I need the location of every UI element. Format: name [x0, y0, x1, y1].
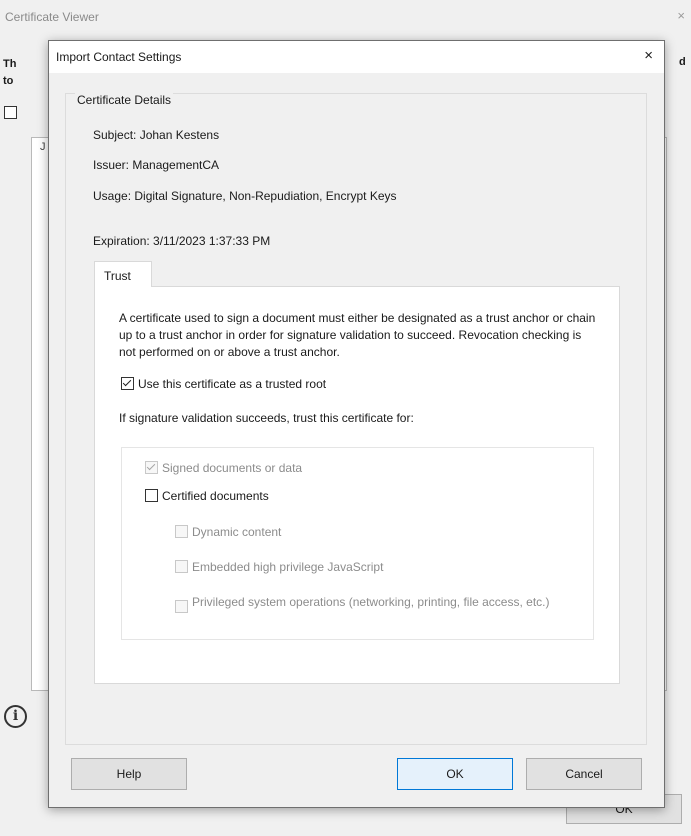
obscured-checkbox[interactable] [4, 106, 17, 119]
dynamic-content-checkbox[interactable] [175, 525, 188, 538]
certified-documents-checkbox[interactable] [145, 489, 158, 502]
signed-documents-label: Signed documents or data [162, 461, 303, 475]
help-button[interactable]: Help [71, 758, 187, 790]
issuer-text: Issuer: ManagementCA [93, 158, 220, 172]
privileged-operations-label: Privileged system operations (networking… [192, 595, 550, 609]
embedded-javascript-checkbox[interactable] [175, 560, 188, 573]
signed-documents-checkbox[interactable] [145, 461, 158, 474]
dynamic-content-label: Dynamic content [192, 525, 282, 539]
info-icon: i [4, 705, 27, 728]
obscured-heading-text-right: d [679, 56, 686, 68]
privileged-operations-checkbox[interactable] [175, 600, 188, 613]
group-label: Certificate Details [75, 93, 174, 107]
tab-trust[interactable]: Trust [94, 261, 152, 287]
obscured-panel-text: J [40, 141, 46, 153]
embedded-javascript-label: Embedded high privilege JavaScript [192, 560, 384, 574]
close-icon[interactable]: × [644, 47, 653, 64]
usage-text: Usage: Digital Signature, Non-Repudiatio… [93, 189, 397, 203]
trusted-root-label: Use this certificate as a trusted root [138, 377, 327, 391]
dialog-titlebar: Import Contact Settings × [49, 41, 664, 73]
expiration-text: Expiration: 3/11/2023 1:37:33 PM [93, 234, 271, 248]
obscured-heading-text: Th to [3, 58, 17, 87]
close-icon[interactable]: × [677, 8, 685, 23]
window-title: Certificate Viewer [5, 10, 99, 24]
trust-options-group [121, 447, 594, 640]
trust-for-label: If signature validation succeeds, trust … [119, 411, 414, 425]
dialog-title: Import Contact Settings [56, 50, 182, 64]
subject-text: Subject: Johan Kestens [93, 128, 220, 142]
ok-button[interactable]: OK [397, 758, 513, 790]
import-contact-settings-dialog: Import Contact Settings × Certificate De… [48, 40, 665, 808]
trust-description: A certificate used to sign a document mu… [119, 311, 596, 359]
cancel-button[interactable]: Cancel [526, 758, 642, 790]
trusted-root-checkbox[interactable] [121, 377, 134, 390]
certified-documents-label: Certified documents [162, 489, 269, 503]
